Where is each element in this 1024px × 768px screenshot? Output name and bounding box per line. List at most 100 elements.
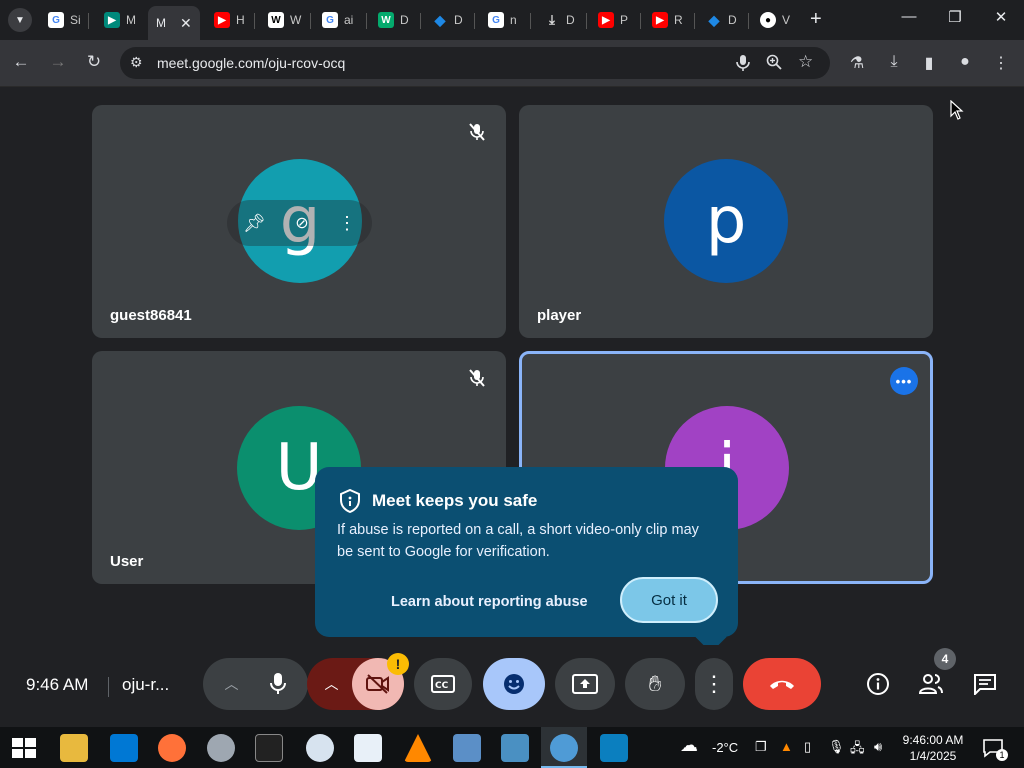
hand-icon: ✋︎: [648, 671, 662, 696]
tab-1[interactable]: G Si: [48, 8, 81, 32]
hang-up-icon: [768, 677, 796, 691]
chat-icon[interactable]: [971, 670, 999, 698]
omnibox[interactable]: ⚙ meet.google.com/oju-rcov-ocq ☆: [120, 47, 830, 79]
profile-icon[interactable]: ●: [954, 53, 976, 71]
notification-count: 1: [996, 749, 1008, 761]
windows-start-icon[interactable]: [12, 738, 36, 763]
chrome-menu-icon[interactable]: ⋮: [990, 53, 1012, 73]
pin-icon[interactable]: 📌︎: [243, 213, 266, 234]
captions-button[interactable]: CC: [414, 658, 472, 710]
tab-label: Si: [70, 13, 81, 27]
new-tab-button[interactable]: +: [810, 8, 822, 31]
file-explorer-icon[interactable]: [60, 734, 88, 762]
paint-icon[interactable]: [306, 734, 334, 762]
raise-hand-button[interactable]: ✋︎: [625, 658, 685, 710]
participant-name: player: [537, 307, 582, 324]
google-icon: G: [488, 12, 504, 28]
w3-icon: W: [378, 12, 394, 28]
vlc-icon[interactable]: [404, 734, 432, 762]
tab-search-button[interactable]: ▼: [8, 8, 32, 32]
tab-8[interactable]: ◆ D: [432, 8, 463, 32]
download-icon: ⤓: [549, 12, 555, 27]
participant-tile[interactable]: p player: [519, 105, 933, 338]
tab-label: D: [566, 13, 575, 27]
reactions-button[interactable]: [483, 658, 545, 710]
tab-4[interactable]: ▶ H: [214, 8, 245, 32]
people-icon[interactable]: [917, 670, 945, 698]
bookmark-star-icon[interactable]: ☆: [798, 52, 813, 72]
youtube-icon: ▶: [598, 12, 614, 28]
end-call-button[interactable]: [743, 658, 821, 710]
network-icon[interactable]: 🖧: [850, 739, 865, 761]
close-tab-icon[interactable]: ✕: [180, 15, 192, 32]
close-window-button[interactable]: ✕: [989, 8, 1013, 26]
participant-name: User: [110, 553, 144, 570]
microphone-icon[interactable]: [736, 54, 750, 77]
more-options-icon[interactable]: ⋮: [338, 213, 356, 234]
tab-label: P: [620, 13, 629, 27]
labs-flask-icon[interactable]: ⚗: [846, 53, 868, 73]
svg-text:CC: CC: [435, 681, 449, 691]
more-options-button[interactable]: ⋮: [695, 658, 733, 710]
usb-icon[interactable]: ▯: [804, 739, 811, 755]
tab-label: W: [290, 13, 302, 27]
chevron-up-icon[interactable]: ︿: [225, 674, 239, 694]
google-icon: G: [322, 12, 338, 28]
tab-13[interactable]: ◆ D: [706, 8, 737, 32]
volume-icon[interactable]: 🔊︎: [874, 739, 882, 755]
tab-11[interactable]: ▶ P: [598, 8, 628, 32]
meeting-code[interactable]: oju-r...: [122, 675, 169, 695]
mute-participant-icon[interactable]: ⊘: [295, 213, 308, 233]
tab-label: D: [728, 13, 737, 27]
firefox-icon[interactable]: [158, 734, 186, 762]
tab-label: n: [510, 13, 517, 27]
chrome-icon[interactable]: [550, 734, 578, 762]
tab-14[interactable]: ● V: [760, 8, 790, 32]
mouse-cursor-icon: [950, 99, 964, 125]
virtualbox-icon[interactable]: [501, 734, 529, 762]
more-options-icon[interactable]: •••: [890, 367, 918, 395]
terminal-icon[interactable]: [255, 734, 283, 762]
learn-reporting-link[interactable]: Learn about reporting abuse: [391, 594, 588, 610]
weather-temp[interactable]: -2°C: [712, 740, 738, 755]
meeting-controls: 9:46 AM oju-r... ︿ ︿ ! CC ✋︎ ⋮: [0, 645, 1024, 727]
tab-6[interactable]: G ai: [322, 8, 353, 32]
got-it-button[interactable]: Got it: [620, 577, 718, 623]
meeting-clock: 9:46 AM: [26, 675, 89, 694]
settings-gear-icon[interactable]: [207, 734, 235, 762]
present-icon: [572, 674, 598, 694]
participant-name: guest86841: [110, 307, 192, 324]
participant-tile[interactable]: g 📌︎ ⊘ ⋮ guest86841: [92, 105, 506, 338]
forward-button[interactable]: →: [47, 52, 69, 72]
meeting-details-icon[interactable]: [864, 670, 892, 698]
site-info-icon[interactable]: ⚙: [130, 54, 143, 71]
system-clock[interactable]: 9:46:00 AM 1/4/2025: [898, 732, 968, 764]
side-panel-icon[interactable]: ▮: [918, 53, 940, 73]
weather-icon[interactable]: ☁: [680, 735, 698, 756]
store-icon[interactable]: [110, 734, 138, 762]
back-button[interactable]: ←: [10, 52, 32, 72]
notepad-icon[interactable]: [354, 734, 382, 762]
tab-12[interactable]: ▶ R: [652, 8, 683, 32]
vlc-tray-icon[interactable]: ▲: [780, 739, 793, 754]
chevron-up-icon[interactable]: ︿: [325, 674, 339, 694]
url-text[interactable]: meet.google.com/oju-rcov-ocq: [157, 55, 345, 71]
present-screen-button[interactable]: [555, 658, 615, 710]
zoom-icon[interactable]: [766, 54, 782, 75]
tab-2[interactable]: ▶ M: [104, 8, 136, 32]
tab-5[interactable]: W W: [268, 8, 301, 32]
tab-10[interactable]: ⤓ D: [544, 8, 575, 32]
reload-button[interactable]: ↻: [83, 52, 105, 72]
minimize-button[interactable]: —: [897, 8, 921, 25]
downloads-icon[interactable]: ⤓: [883, 53, 905, 71]
task-view-icon[interactable]: ❐: [755, 739, 767, 755]
microphone-icon[interactable]: [269, 672, 287, 696]
restore-button[interactable]: ❐: [943, 8, 967, 26]
divider: [108, 677, 109, 697]
tab-9[interactable]: G n: [488, 8, 517, 32]
microphone-tray-icon[interactable]: 🎙︎: [828, 739, 845, 755]
app-icon[interactable]: [600, 734, 628, 762]
tab-active-meet[interactable]: M ✕: [148, 6, 200, 40]
tab-7[interactable]: W D: [378, 8, 409, 32]
photos-icon[interactable]: [453, 734, 481, 762]
